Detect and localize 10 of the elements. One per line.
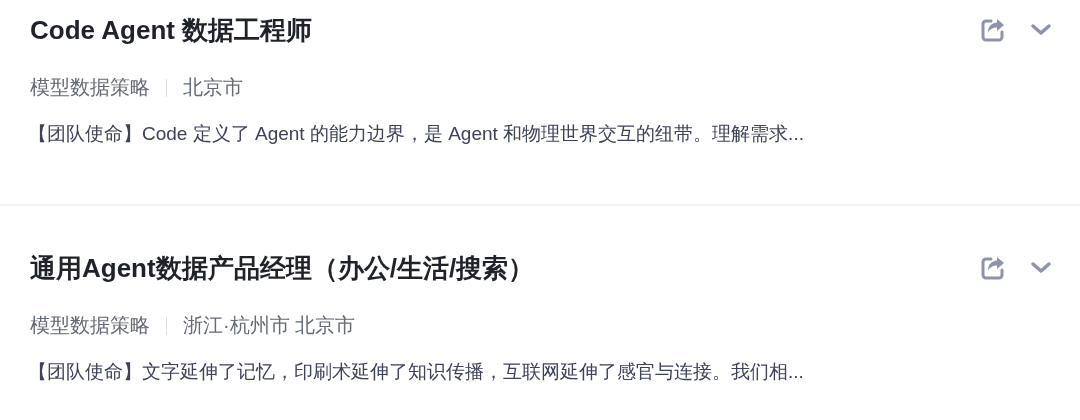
chevron-down-icon[interactable]: [1030, 23, 1052, 37]
job-title[interactable]: 通用Agent数据产品经理（办公/生活/搜索）: [30, 250, 535, 286]
department-label: 模型数据策略: [30, 75, 150, 100]
location-label: 浙江·杭州市 北京市: [183, 313, 356, 338]
department-label: 模型数据策略: [30, 313, 150, 338]
share-icon[interactable]: [980, 17, 1006, 43]
job-title[interactable]: Code Agent 数据工程师: [30, 12, 313, 48]
location-label: 北京市: [183, 75, 243, 100]
job-description: 【团队使命】文字延伸了记忆，印刷术延伸了知识传播，互联网延伸了感官与连接。我们相...: [28, 360, 805, 384]
job-description: 【团队使命】Code 定义了 Agent 的能力边界，是 Agent 和物理世界交互的纽带。理解需求...: [28, 122, 805, 146]
